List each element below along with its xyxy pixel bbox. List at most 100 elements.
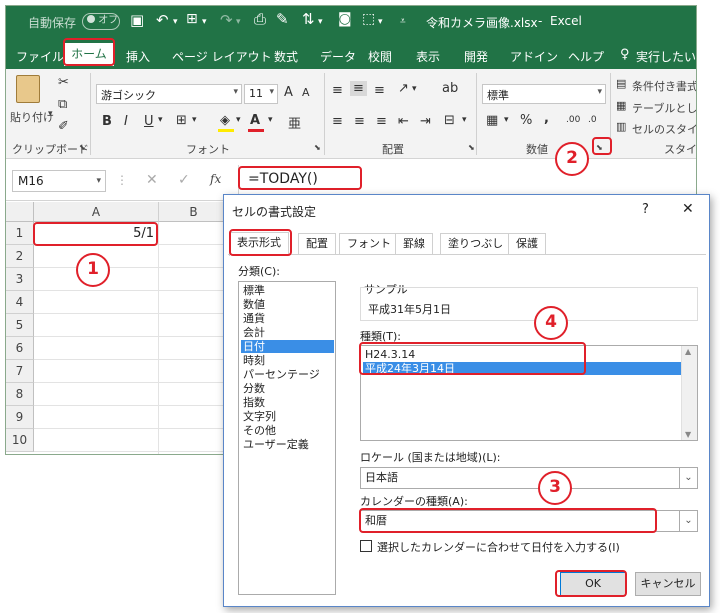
align-top-icon[interactable]: ≡ <box>332 83 343 98</box>
spell-check-icon[interactable]: ✎ <box>276 10 289 28</box>
conditional-format-icon[interactable]: ▤ <box>616 77 626 90</box>
accounting-dropdown-icon[interactable]: ▾ <box>504 115 509 125</box>
italic-button[interactable]: I <box>124 114 128 129</box>
list-item[interactable]: ユーザー定義 <box>241 438 334 451</box>
cut-icon[interactable]: ✂ <box>58 75 69 90</box>
close-icon[interactable]: ✕ <box>682 201 694 217</box>
format-as-table-icon[interactable]: ▦ <box>616 99 626 112</box>
row-header[interactable]: 3 <box>6 268 34 291</box>
list-item[interactable]: 数値 <box>241 298 334 311</box>
font-launcher-icon[interactable]: ⬊ <box>314 143 321 152</box>
tab-border[interactable]: 罫線 <box>395 233 433 255</box>
list-item[interactable]: その他 <box>241 424 334 437</box>
font-size-dropdown[interactable]: 11 ▾ <box>244 84 278 104</box>
fill-color-icon[interactable]: ◈ <box>220 113 230 128</box>
row-header[interactable]: 7 <box>6 360 34 383</box>
cancel-button[interactable]: キャンセル <box>635 572 701 596</box>
row-header[interactable]: 4 <box>6 291 34 314</box>
tab-view[interactable]: 表示 <box>416 48 440 65</box>
clipboard-launcher-icon[interactable]: ⬊ <box>79 143 86 152</box>
list-item[interactable]: 指数 <box>241 396 334 409</box>
list-item[interactable]: 標準 <box>241 284 334 297</box>
tab-addins[interactable]: アドイン <box>510 48 558 65</box>
list-item-selected[interactable]: 日付 <box>241 340 334 353</box>
copy-icon[interactable]: ⧉ <box>58 97 67 112</box>
align-middle-icon[interactable]: ≡ <box>350 81 367 96</box>
align-center-icon[interactable]: ≡ <box>354 114 365 129</box>
list-item[interactable]: 時刻 <box>241 354 334 367</box>
tab-protection[interactable]: 保護 <box>508 233 546 255</box>
merge-dropdown-icon[interactable]: ▾ <box>462 115 467 125</box>
font-name-dropdown[interactable]: 游ゴシック ▾ <box>96 84 242 104</box>
tab-developer[interactable]: 開発 <box>464 48 488 65</box>
insert-function-icon[interactable]: fx <box>210 172 221 186</box>
tell-me-search[interactable]: 実行したいか <box>636 48 696 65</box>
undo-dropdown-icon[interactable]: ▾ <box>173 17 178 27</box>
conditional-format-button[interactable]: 条件付き書式 <box>632 78 696 94</box>
row-header[interactable]: 6 <box>6 337 34 360</box>
row-header[interactable]: 10 <box>6 429 34 452</box>
tab-review[interactable]: 校閲 <box>368 48 392 65</box>
align-right-icon[interactable]: ≡ <box>376 114 387 129</box>
percent-button[interactable]: % <box>520 113 532 128</box>
list-item[interactable]: 分数 <box>241 382 334 395</box>
select-object-icon[interactable]: ⬚ <box>362 11 375 27</box>
font-color-icon[interactable]: A <box>250 113 260 128</box>
undo-icon[interactable]: ↶ <box>156 11 169 29</box>
merge-center-icon[interactable]: ⊟ <box>444 113 455 128</box>
alignment-launcher-icon[interactable]: ⬊ <box>468 143 475 152</box>
tab-fill[interactable]: 塗りつぶし <box>440 233 512 255</box>
redo-dropdown-icon[interactable]: ▾ <box>236 17 241 27</box>
tab-formulas[interactable]: 数式 <box>274 48 298 65</box>
redo-icon[interactable]: ↷ <box>220 11 233 29</box>
underline-dropdown-icon[interactable]: ▾ <box>158 115 163 125</box>
select-dropdown-icon[interactable]: ▾ <box>378 17 383 27</box>
row-header[interactable]: 9 <box>6 406 34 429</box>
tab-file[interactable]: ファイル <box>16 48 64 65</box>
customize-toolbar-icon[interactable]: ⩡ <box>400 16 406 27</box>
tab-help[interactable]: ヘルプ <box>568 48 604 65</box>
grow-font-icon[interactable]: A <box>284 85 293 100</box>
decrease-indent-icon[interactable]: ⇤ <box>398 114 409 129</box>
format-painter-icon[interactable]: ✐ <box>58 119 69 134</box>
borders-icon[interactable]: ⊞ <box>186 11 198 27</box>
help-icon[interactable]: ? <box>642 202 649 217</box>
row-header[interactable]: 2 <box>6 245 34 268</box>
format-as-table-button[interactable]: テーブルとして <box>632 100 696 116</box>
paste-icon[interactable] <box>16 75 40 103</box>
row-header[interactable]: 5 <box>6 314 34 337</box>
type-list-scrollbar[interactable]: ▲ ▼ <box>681 346 697 440</box>
calendar-input-checkbox[interactable] <box>360 540 372 552</box>
bold-button[interactable]: B <box>102 114 112 129</box>
align-bottom-icon[interactable]: ≡ <box>374 83 385 98</box>
tab-font[interactable]: フォント <box>339 233 399 255</box>
name-box-splitter-icon[interactable]: ⋮ <box>116 173 128 187</box>
camera-icon[interactable]: ◙ <box>338 11 352 27</box>
row-header[interactable]: 8 <box>6 383 34 406</box>
font-color-dropdown-icon[interactable]: ▾ <box>268 115 273 125</box>
cell-styles-icon[interactable]: ▥ <box>616 120 626 133</box>
select-all-corner[interactable] <box>6 202 34 222</box>
list-item[interactable]: パーセンテージ <box>241 368 334 381</box>
checkbox-label[interactable]: 選択したカレンダーに合わせて日付を入力する(I) <box>377 539 620 555</box>
underline-button[interactable]: U <box>144 114 154 129</box>
align-left-icon[interactable]: ≡ <box>332 114 343 129</box>
locale-dropdown[interactable]: 日本語 ⌄ <box>360 467 698 489</box>
list-item[interactable]: 会計 <box>241 326 334 339</box>
list-item[interactable]: 文字列 <box>241 410 334 423</box>
row-header[interactable]: 1 <box>6 222 34 245</box>
number-format-dropdown[interactable]: 標準 ▾ <box>482 84 606 104</box>
borders-icon[interactable]: ⊞ <box>176 113 187 128</box>
column-header-b[interactable]: B <box>159 202 229 222</box>
phonetic-icon[interactable]: 亜 <box>288 113 301 132</box>
tab-alignment[interactable]: 配置 <box>298 233 336 255</box>
comma-button[interactable]: , <box>544 111 549 126</box>
orientation-dropdown-icon[interactable]: ▾ <box>412 84 417 94</box>
orientation-icon[interactable]: ↗ <box>398 81 409 96</box>
column-header-a[interactable]: A <box>34 202 159 222</box>
cancel-icon[interactable]: ✕ <box>146 172 158 188</box>
save-icon[interactable]: ▣ <box>130 11 144 29</box>
list-item[interactable]: 通貨 <box>241 312 334 325</box>
fill-dropdown-icon[interactable]: ▾ <box>236 115 241 125</box>
shrink-font-icon[interactable]: A <box>302 86 310 99</box>
